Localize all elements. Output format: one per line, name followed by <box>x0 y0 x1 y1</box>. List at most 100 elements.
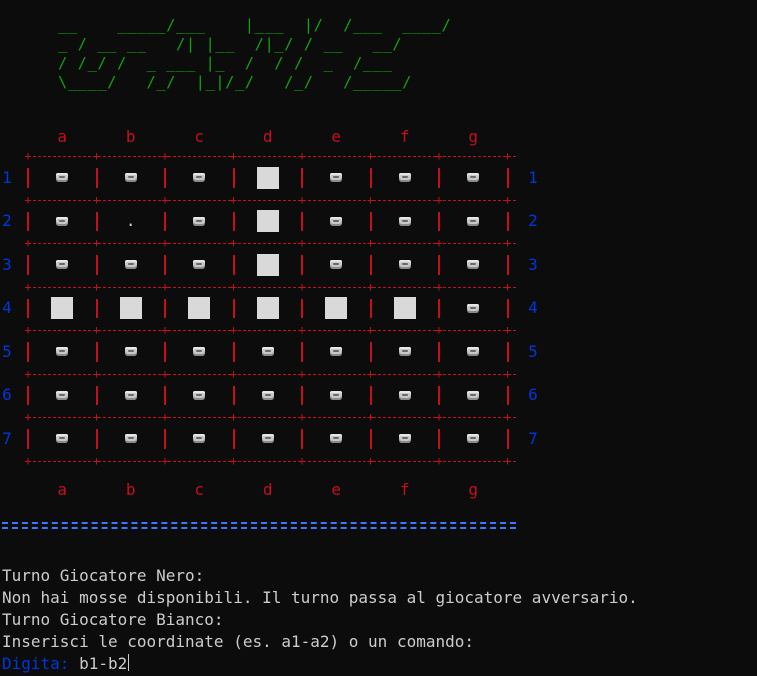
empty-square <box>393 297 416 320</box>
board-cell-g2 <box>439 200 508 244</box>
board-cell-a4 <box>28 287 97 331</box>
row-label-5: 5 <box>528 341 538 361</box>
column-label-b: b <box>125 127 136 146</box>
piece-icon <box>330 260 343 270</box>
board-cell-e5 <box>302 330 371 374</box>
row-label-2: 2 <box>2 211 12 231</box>
board-cell-d5 <box>234 330 303 374</box>
piece-icon <box>398 347 411 357</box>
row-label-7: 7 <box>528 428 538 448</box>
column-label-g: g <box>468 480 479 499</box>
piece-icon <box>467 390 480 400</box>
board-cell-g3 <box>439 243 508 287</box>
piece-icon <box>56 347 69 357</box>
board-cell-e1 <box>302 156 371 200</box>
board-cell-b6 <box>97 374 166 418</box>
piece-icon <box>193 434 206 444</box>
row-label-4: 4 <box>528 298 538 318</box>
piece-icon <box>124 434 137 444</box>
column-label-d: d <box>262 127 273 146</box>
empty-square <box>325 297 348 320</box>
row-label-2: 2 <box>528 211 538 231</box>
board-cell-e7 <box>302 417 371 461</box>
column-label-a: a <box>57 480 68 499</box>
board-cell-d3 <box>234 243 303 287</box>
piece-icon <box>124 390 137 400</box>
piece-icon <box>467 347 480 357</box>
piece-icon <box>56 260 69 270</box>
column-label-f: f <box>399 127 410 146</box>
piece-icon <box>56 390 69 400</box>
board-cell-d2 <box>234 200 303 244</box>
board-cell-e2 <box>302 200 371 244</box>
board-cell-e4 <box>302 287 371 331</box>
piece-icon <box>467 173 480 183</box>
game-logo-ascii: __ _____/___ |___ |/ /___ ____/ _ / __ _… <box>58 16 452 91</box>
empty-square <box>51 297 74 320</box>
board-cell-f3 <box>371 243 440 287</box>
piece-icon <box>193 216 206 226</box>
board-cell-g1 <box>439 156 508 200</box>
board-cell-b7 <box>97 417 166 461</box>
piece-icon <box>330 434 343 444</box>
board-cell-e6 <box>302 374 371 418</box>
piece-icon <box>261 390 274 400</box>
row-label-1: 1 <box>2 167 12 187</box>
piece-icon <box>330 347 343 357</box>
empty-square <box>256 210 279 233</box>
row-label-4: 4 <box>2 298 12 318</box>
command-input[interactable]: b1-b2 <box>79 654 127 673</box>
row-label-7: 7 <box>2 428 12 448</box>
column-label-c: c <box>194 480 205 499</box>
piece-icon <box>193 260 206 270</box>
column-label-e: e <box>331 480 342 499</box>
piece-icon <box>467 434 480 444</box>
board-cell-c7 <box>165 417 234 461</box>
board-cell-d6 <box>234 374 303 418</box>
column-label-g: g <box>468 127 479 146</box>
board-cell-b2: . <box>97 200 166 244</box>
board-cell-g6 <box>439 374 508 418</box>
piece-icon <box>398 434 411 444</box>
no-moves-message: Non hai mosse disponibili. Il turno pass… <box>2 588 638 607</box>
instructions-message: Inserisci le coordinate (es. a1-a2) o un… <box>2 632 475 651</box>
board-cell-c6 <box>165 374 234 418</box>
command-prompt-line[interactable]: Digita: b1-b2 <box>2 653 130 674</box>
row-label-6: 6 <box>2 385 12 405</box>
piece-icon <box>398 216 411 226</box>
board-cell-c5 <box>165 330 234 374</box>
board-cell-f5 <box>371 330 440 374</box>
piece-icon <box>467 260 480 270</box>
board-cell-f1 <box>371 156 440 200</box>
row-label-3: 3 <box>528 254 538 274</box>
dot-marker: . <box>125 211 136 231</box>
board-cell-a7 <box>28 417 97 461</box>
piece-icon <box>56 434 69 444</box>
board-cell-c2 <box>165 200 234 244</box>
piece-icon <box>467 303 480 313</box>
board-cell-a5 <box>28 330 97 374</box>
text-cursor <box>128 654 130 671</box>
empty-square <box>119 297 142 320</box>
row-label-1: 1 <box>528 167 538 187</box>
piece-icon <box>330 390 343 400</box>
column-label-a: a <box>57 127 68 146</box>
board-cell-g7 <box>439 417 508 461</box>
board-cell-b4 <box>97 287 166 331</box>
board-cell-a1 <box>28 156 97 200</box>
board-cell-b3 <box>97 243 166 287</box>
board-cell-a3 <box>28 243 97 287</box>
column-label-d: d <box>262 480 273 499</box>
row-label-5: 5 <box>2 341 12 361</box>
board-cell-g4 <box>439 287 508 331</box>
column-label-e: e <box>331 127 342 146</box>
game-board: + + + + + + + + + + + + + + + + + + + + + + + + + + + + + + + + + + + + + + + +… <box>24 150 516 467</box>
piece-icon <box>398 390 411 400</box>
empty-square <box>256 253 279 276</box>
board-cell-c3 <box>165 243 234 287</box>
board-cell-a6 <box>28 374 97 418</box>
piece-icon <box>56 173 69 183</box>
piece-icon <box>124 173 137 183</box>
column-label-c: c <box>194 127 205 146</box>
board-cell-b5 <box>97 330 166 374</box>
